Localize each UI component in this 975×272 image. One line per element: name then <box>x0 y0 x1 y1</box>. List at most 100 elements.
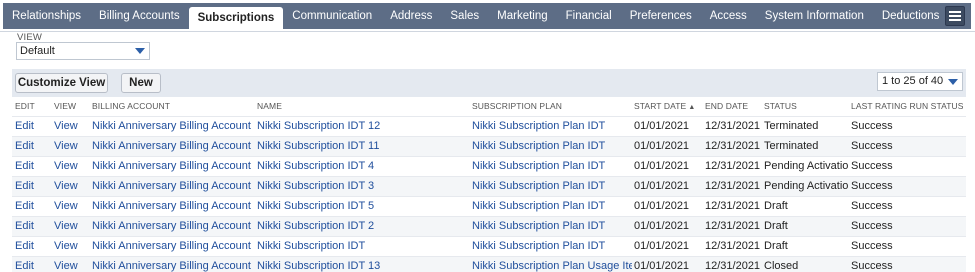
table-row: Edit View Nikki Anniversary Billing Accoun… <box>12 195 966 216</box>
start-date-cell: 01/01/2021 <box>632 155 703 176</box>
billing-account-link[interactable]: Nikki Anniversary Billing Account IDT <box>90 135 255 156</box>
status-cell: Terminated <box>762 135 849 156</box>
last-rating-run-status-cell: Success <box>849 115 966 136</box>
tab-menu-icon[interactable] <box>945 6 965 26</box>
subscription-plan-link[interactable]: Nikki Subscription Plan IDT <box>470 195 632 216</box>
tab-marketing[interactable]: Marketing <box>488 3 557 29</box>
billing-account-link[interactable]: Nikki Anniversary Billing Account IDT <box>90 235 255 256</box>
end-date-cell: 12/31/2021 <box>703 155 762 176</box>
subscription-plan-link[interactable]: Nikki Subscription Plan IDT <box>470 235 632 256</box>
table-header-row: EDIT VIEW BILLING ACCOUNT NAME SUBSCRIPT… <box>12 97 966 116</box>
column-header-last-rating-run-status[interactable]: LAST RATING RUN STATUS <box>849 97 966 116</box>
subscription-plan-link[interactable]: Nikki Subscription Plan IDT <box>470 175 632 196</box>
start-date-cell: 01/01/2021 <box>632 255 703 272</box>
new-button[interactable]: New <box>121 73 161 93</box>
edit-link[interactable]: Edit <box>12 235 52 256</box>
sort-ascending-icon: ▲ <box>688 104 696 112</box>
billing-account-link[interactable]: Nikki Anniversary Billing Account IDT <box>90 195 255 216</box>
billing-account-link[interactable]: Nikki Anniversary Billing Account IDT <box>90 155 255 176</box>
edit-link[interactable]: Edit <box>12 175 52 196</box>
edit-link[interactable]: Edit <box>12 115 52 136</box>
edit-link[interactable]: Edit <box>12 215 52 236</box>
view-link[interactable]: View <box>52 135 90 156</box>
view-link[interactable]: View <box>52 255 90 272</box>
tab-financial[interactable]: Financial <box>557 3 621 29</box>
billing-account-link[interactable]: Nikki Anniversary Billing Account IDT <box>90 175 255 196</box>
tab-preferences[interactable]: Preferences <box>621 3 701 29</box>
tab-address[interactable]: Address <box>381 3 441 29</box>
pagination-select[interactable]: 1 to 25 of 40 <box>877 72 963 91</box>
subscription-name-link[interactable]: Nikki Subscription IDT 13 <box>255 255 470 272</box>
column-header-view: VIEW <box>54 101 77 112</box>
column-header-start-date[interactable]: START DATE ▲ <box>632 97 703 116</box>
last-rating-run-status-cell: Success <box>849 215 966 236</box>
end-date-cell: 12/31/2021 <box>703 195 762 216</box>
tab-subscriptions[interactable]: Subscriptions <box>188 7 284 29</box>
billing-account-link[interactable]: Nikki Anniversary Billing Account IDT <box>90 215 255 236</box>
edit-link[interactable]: Edit <box>12 255 52 272</box>
tab-relationships[interactable]: Relationships <box>3 3 90 29</box>
status-cell: Draft <box>762 195 849 216</box>
start-date-cell: 01/01/2021 <box>632 195 703 216</box>
subscriptions-table: EDIT VIEW BILLING ACCOUNT NAME SUBSCRIPT… <box>12 97 966 272</box>
status-cell: Pending Activation <box>762 175 849 196</box>
view-select[interactable]: Default <box>16 42 150 60</box>
column-header-status[interactable]: STATUS <box>762 97 849 116</box>
start-date-cell: 01/01/2021 <box>632 135 703 156</box>
edit-link[interactable]: Edit <box>12 135 52 156</box>
column-header-subscription-plan[interactable]: SUBSCRIPTION PLAN <box>470 97 632 116</box>
start-date-cell: 01/01/2021 <box>632 115 703 136</box>
tab-deductions[interactable]: Deductions <box>873 3 949 29</box>
column-header-billing-account[interactable]: BILLING ACCOUNT <box>90 97 255 116</box>
subscription-name-link[interactable]: Nikki Subscription IDT 11 <box>255 135 470 156</box>
subscription-plan-link[interactable]: Nikki Subscription Plan IDT <box>470 215 632 236</box>
billing-account-link[interactable]: Nikki Anniversary Billing Account IDT <box>90 255 255 272</box>
subscription-name-link[interactable]: Nikki Subscription IDT 2 <box>255 215 470 236</box>
table-row: Edit View Nikki Anniversary Billing Accoun… <box>12 155 966 176</box>
last-rating-run-status-cell: Success <box>849 175 966 196</box>
view-link[interactable]: View <box>52 175 90 196</box>
view-link[interactable]: View <box>52 115 90 136</box>
edit-link[interactable]: Edit <box>12 195 52 216</box>
customize-view-button[interactable]: Customize View <box>15 73 108 93</box>
chevron-down-icon <box>948 79 958 85</box>
subscription-plan-link[interactable]: Nikki Subscription Plan IDT <box>470 115 632 136</box>
view-select-value: Default <box>20 45 55 57</box>
view-link[interactable]: View <box>52 235 90 256</box>
subtab-bar: Relationships Billing Accounts Subscript… <box>0 0 975 32</box>
tab-sales[interactable]: Sales <box>441 3 488 29</box>
tab-access[interactable]: Access <box>701 3 756 29</box>
end-date-cell: 12/31/2021 <box>703 235 762 256</box>
subscription-plan-link[interactable]: Nikki Subscription Plan IDT <box>470 155 632 176</box>
subscription-plan-link[interactable]: Nikki Subscription Plan Usage Item <box>470 255 632 272</box>
view-link[interactable]: View <box>52 215 90 236</box>
tab-system-information[interactable]: System Information <box>756 3 873 29</box>
column-header-start-date-label: START DATE <box>634 101 687 112</box>
subscription-name-link[interactable]: Nikki Subscription IDT 3 <box>255 175 470 196</box>
subscription-name-link[interactable]: Nikki Subscription IDT 12 <box>255 115 470 136</box>
tab-billing-accounts[interactable]: Billing Accounts <box>90 3 189 29</box>
edit-link[interactable]: Edit <box>12 155 52 176</box>
tab-communication[interactable]: Communication <box>283 3 381 29</box>
view-link[interactable]: View <box>52 155 90 176</box>
column-header-end-date[interactable]: END DATE <box>703 97 762 116</box>
subscription-name-link[interactable]: Nikki Subscription IDT 4 <box>255 155 470 176</box>
start-date-cell: 01/01/2021 <box>632 235 703 256</box>
list-toolbar: Customize View New 1 to 25 of 40 <box>12 69 966 97</box>
status-cell: Draft <box>762 215 849 236</box>
start-date-cell: 01/01/2021 <box>632 175 703 196</box>
subscription-name-link[interactable]: Nikki Subscription IDT <box>255 235 470 256</box>
end-date-cell: 12/31/2021 <box>703 135 762 156</box>
status-cell: Terminated <box>762 115 849 136</box>
status-cell: Draft <box>762 235 849 256</box>
billing-account-link[interactable]: Nikki Anniversary Billing Account IDT <box>90 115 255 136</box>
subscription-name-link[interactable]: Nikki Subscription IDT 5 <box>255 195 470 216</box>
column-header-name[interactable]: NAME <box>255 97 470 116</box>
view-link[interactable]: View <box>52 195 90 216</box>
end-date-cell: 12/31/2021 <box>703 255 762 272</box>
last-rating-run-status-cell: Success <box>849 255 966 272</box>
end-date-cell: 12/31/2021 <box>703 215 762 236</box>
subscription-plan-link[interactable]: Nikki Subscription Plan IDT <box>470 135 632 156</box>
chevron-down-icon <box>135 48 145 54</box>
table-row: Edit View Nikki Anniversary Billing Accoun… <box>12 255 966 272</box>
